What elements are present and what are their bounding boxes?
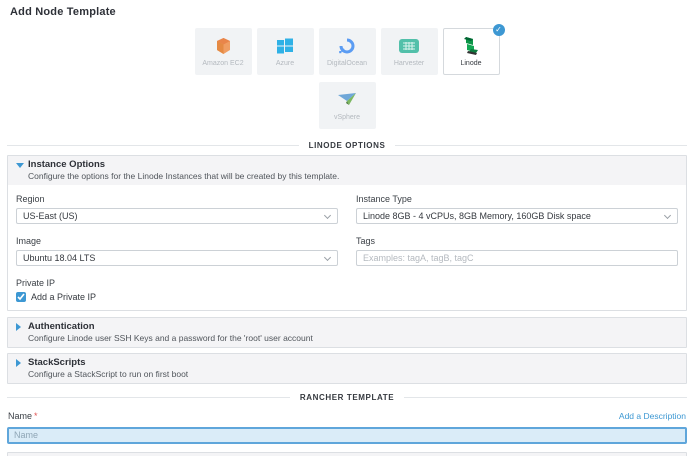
tags-field: Tags [356, 236, 678, 266]
private-ip-field: Private IP Add a Private IP [16, 278, 678, 302]
instance-options-panel: Instance Options Configure the options f… [7, 155, 687, 311]
azure-icon [274, 36, 296, 56]
region-selected-value: US-East (US) [23, 211, 78, 221]
panel-title: Instance Options [28, 159, 678, 170]
digitalocean-icon [336, 36, 358, 56]
instance-options-header[interactable]: Instance Options Configure the options f… [8, 156, 686, 185]
image-select[interactable]: Ubuntu 18.04 LTS [16, 250, 338, 266]
provider-tile-label: Azure [276, 60, 294, 67]
provider-tile-digitalocean[interactable]: DigitalOcean [319, 28, 376, 75]
provider-tile-label: DigitalOcean [327, 60, 367, 67]
private-ip-checkbox-label: Add a Private IP [31, 292, 96, 302]
stackscripts-panel: StackScripts Configure a StackScript to … [7, 353, 687, 384]
chevron-down-icon [664, 212, 671, 219]
region-field: Region US-East (US) [16, 194, 338, 224]
add-node-template-page: Add Node Template Amazon EC2 Azure Digit… [0, 0, 694, 456]
instance-type-label: Instance Type [356, 194, 678, 204]
name-input[interactable] [7, 427, 687, 444]
provider-tile-amazonec2[interactable]: Amazon EC2 [195, 28, 252, 75]
labels-panel: Labels Labels are key/value pairs that c… [7, 452, 687, 456]
authentication-header[interactable]: Authentication Configure Linode user SSH… [8, 318, 686, 347]
panel-title: StackScripts [28, 357, 678, 368]
panel-subtitle: Configure the options for the Linode Ins… [28, 171, 678, 181]
provider-tile-label: vSphere [334, 114, 360, 121]
stackscripts-header[interactable]: StackScripts Configure a StackScript to … [8, 354, 686, 383]
divider-line [404, 397, 687, 398]
amazon-ec2-icon [212, 36, 234, 56]
divider-line [395, 145, 687, 146]
provider-tile-label: Linode [460, 60, 481, 67]
linode-options-divider: LINODE OPTIONS [7, 141, 687, 150]
name-field-row: Name* Add a Description [8, 411, 686, 421]
name-label: Name* [8, 411, 38, 421]
add-description-link[interactable]: Add a Description [619, 411, 686, 421]
vsphere-icon [336, 90, 358, 110]
linode-icon [460, 36, 482, 56]
tags-input[interactable] [356, 250, 678, 266]
provider-tile-harvester[interactable]: Harvester [381, 28, 438, 75]
provider-tile-linode[interactable]: ✓ Linode [443, 28, 500, 75]
image-selected-value: Ubuntu 18.04 LTS [23, 253, 95, 263]
divider-line [7, 397, 290, 398]
region-select[interactable]: US-East (US) [16, 208, 338, 224]
panel-title: Authentication [28, 321, 678, 332]
name-label-text: Name [8, 411, 32, 421]
provider-tile-vsphere[interactable]: vSphere [319, 82, 376, 129]
authentication-panel: Authentication Configure Linode user SSH… [7, 317, 687, 348]
chevron-down-icon [324, 254, 331, 261]
harvester-icon [398, 36, 420, 56]
labels-header[interactable]: Labels Labels are key/value pairs that c… [8, 453, 686, 456]
rancher-template-divider-label: RANCHER TEMPLATE [290, 393, 404, 402]
panel-subtitle: Configure a StackScript to run on first … [28, 369, 678, 379]
caret-right-icon [16, 359, 21, 367]
provider-tiles-row-2: vSphere [0, 82, 694, 129]
caret-down-icon [16, 163, 24, 168]
image-field: Image Ubuntu 18.04 LTS [16, 236, 338, 266]
panel-subtitle: Configure Linode user SSH Keys and a pas… [28, 333, 678, 343]
provider-tile-label: Amazon EC2 [202, 60, 243, 67]
required-asterisk: * [34, 411, 38, 421]
image-label: Image [16, 236, 338, 246]
rancher-template-divider: RANCHER TEMPLATE [7, 393, 687, 402]
instance-type-select[interactable]: Linode 8GB - 4 vCPUs, 8GB Memory, 160GB … [356, 208, 678, 224]
region-label: Region [16, 194, 338, 204]
instance-options-body: Region US-East (US) Instance Type Linode… [8, 185, 686, 310]
divider-line [7, 145, 299, 146]
chevron-down-icon [324, 212, 331, 219]
provider-tile-azure[interactable]: Azure [257, 28, 314, 75]
tags-label: Tags [356, 236, 678, 246]
private-ip-checkbox[interactable] [16, 292, 26, 302]
selected-check-icon: ✓ [493, 24, 505, 36]
page-title: Add Node Template [0, 0, 694, 18]
private-ip-label: Private IP [16, 278, 678, 288]
provider-tiles-row-1: Amazon EC2 Azure DigitalOcean Harvester … [0, 28, 694, 75]
instance-type-field: Instance Type Linode 8GB - 4 vCPUs, 8GB … [356, 194, 678, 224]
instance-type-selected-value: Linode 8GB - 4 vCPUs, 8GB Memory, 160GB … [363, 211, 591, 221]
name-input-wrap [7, 425, 687, 444]
linode-options-divider-label: LINODE OPTIONS [299, 141, 396, 150]
provider-tile-label: Harvester [394, 60, 424, 67]
caret-right-icon [16, 323, 21, 331]
